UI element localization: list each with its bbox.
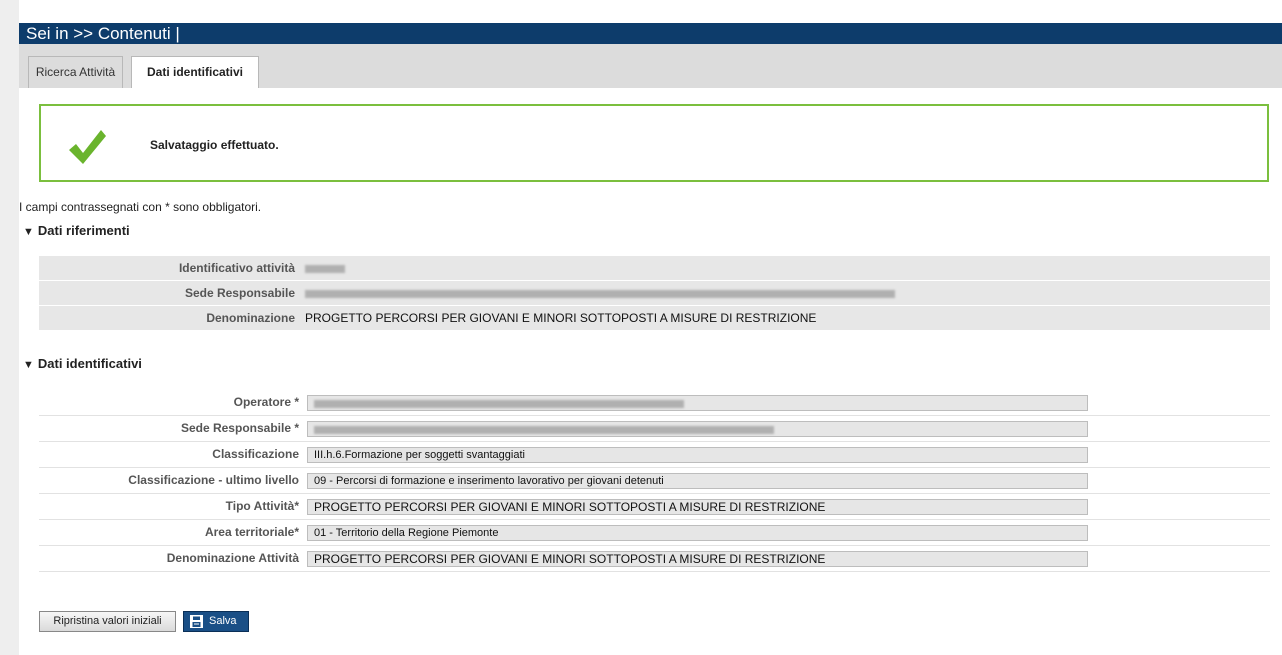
reset-values-button[interactable]: Ripristina valori iniziali	[39, 611, 176, 632]
left-margin-strip	[0, 0, 19, 655]
floppy-disk-icon	[190, 615, 203, 628]
redacted-value	[305, 281, 895, 305]
breadcrumb: Sei in >> Contenuti |	[19, 23, 1282, 44]
table-row: Sede Responsabile	[39, 281, 1270, 306]
top-spacer	[19, 0, 1282, 23]
area-territoriale-field: 01 - Territorio della Regione Piemonte	[307, 525, 1088, 541]
table-row: Denominazione PROGETTO PERCORSI PER GIOV…	[39, 306, 1270, 331]
section-title-text: Dati identificativi	[37, 356, 142, 371]
required-fields-note: I campi contrassegnati con * sono obblig…	[19, 200, 262, 214]
operatore-field	[307, 395, 1088, 411]
form-row-area-territoriale: Area territoriale* 01 - Territorio della…	[39, 520, 1270, 546]
field-label: Area territoriale*	[204, 525, 299, 539]
form-row-sede-responsabile: Sede Responsabile *	[39, 416, 1270, 442]
collapse-triangle-icon: ▼	[23, 359, 34, 371]
form-row-operatore: Operatore *	[39, 390, 1270, 416]
row-label: Identificativo attività	[178, 261, 295, 275]
identificativi-table: Operatore * Sede Responsabile * Classifi…	[39, 390, 1270, 572]
tab-ricerca-attivita[interactable]: Ricerca Attività	[28, 56, 123, 88]
checkmark-icon	[69, 130, 106, 164]
field-label: Operatore *	[233, 395, 299, 409]
classificazione-ultimo-livello-field: 09 - Percorsi di formazione e inseriment…	[307, 473, 1088, 489]
form-row-tipo-attivita: Tipo Attività* PROGETTO PERCORSI PER GIO…	[39, 494, 1270, 520]
sede-responsabile-field	[307, 421, 1088, 437]
denominazione-attivita-field: PROGETTO PERCORSI PER GIOVANI E MINORI S…	[307, 551, 1088, 567]
collapse-triangle-icon: ▼	[23, 226, 34, 238]
table-row: Identificativo attività	[39, 256, 1270, 281]
row-value: PROGETTO PERCORSI PER GIOVANI E MINORI S…	[305, 311, 817, 325]
form-row-classificazione-ultimo-livello: Classificazione - ultimo livello 09 - Pe…	[39, 468, 1270, 494]
field-label: Tipo Attività*	[225, 499, 299, 513]
field-label: Denominazione Attività	[166, 551, 299, 565]
main-content: Salvataggio effettuato. I campi contrass…	[19, 88, 1282, 655]
classificazione-field: III.h.6.Formazione per soggetti svantagg…	[307, 447, 1088, 463]
row-label: Sede Responsabile	[184, 286, 295, 300]
save-button-label: Salva	[209, 615, 237, 627]
success-message-box: Salvataggio effettuato.	[39, 104, 1269, 182]
success-message-text: Salvataggio effettuato.	[150, 138, 279, 152]
form-row-classificazione: Classificazione III.h.6.Formazione per s…	[39, 442, 1270, 468]
section-header-dati-identificativi[interactable]: ▼ Dati identificativi	[23, 356, 142, 371]
riferimenti-table: Identificativo attività Sede Responsabil…	[39, 256, 1270, 331]
redacted-value	[305, 256, 345, 280]
row-label: Denominazione	[206, 311, 295, 325]
tab-dati-identificativi[interactable]: Dati identificativi	[131, 56, 259, 89]
section-title-text: Dati riferimenti	[37, 223, 130, 238]
tipo-attivita-field: PROGETTO PERCORSI PER GIOVANI E MINORI S…	[307, 499, 1088, 515]
section-header-dati-riferimenti[interactable]: ▼ Dati riferimenti	[23, 223, 130, 238]
form-row-denominazione-attivita: Denominazione Attività PROGETTO PERCORSI…	[39, 546, 1270, 572]
field-label: Classificazione - ultimo livello	[128, 473, 299, 487]
field-label: Classificazione	[212, 447, 299, 461]
field-label: Sede Responsabile *	[180, 421, 299, 435]
save-button[interactable]: Salva	[183, 611, 249, 632]
tab-bar: Ricerca Attività Dati identificativi	[19, 44, 1282, 89]
